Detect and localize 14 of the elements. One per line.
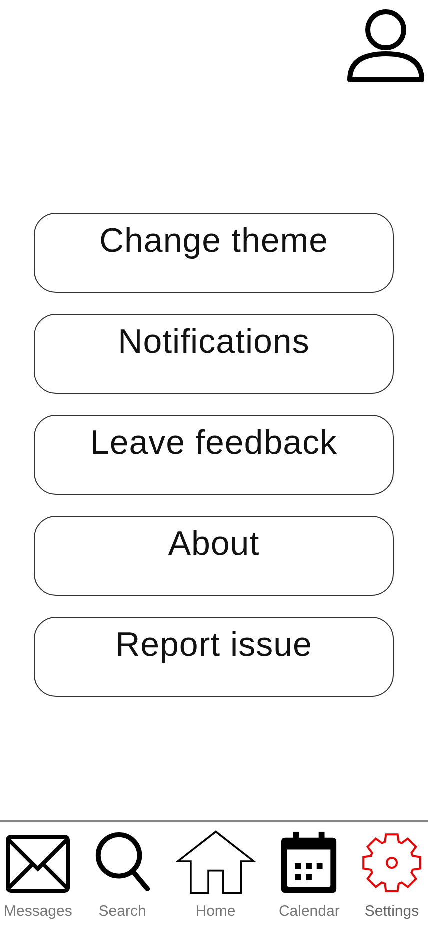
profile-icon[interactable] bbox=[346, 8, 426, 84]
nav-tab[interactable]: Settings bbox=[360, 830, 424, 920]
nav-tab[interactable]: Search bbox=[92, 830, 153, 920]
nav-tab[interactable]: Messages bbox=[4, 830, 72, 920]
nav-tab[interactable]: Calendar bbox=[278, 830, 340, 920]
menu-button[interactable]: Report issue bbox=[34, 617, 394, 697]
menu-button[interactable]: Notifications bbox=[34, 314, 394, 394]
menu-button[interactable]: Change theme bbox=[34, 213, 394, 293]
calendar-icon bbox=[279, 830, 340, 895]
menu-button[interactable]: About bbox=[34, 516, 394, 596]
gear-icon bbox=[360, 831, 424, 895]
nav-tab[interactable]: Home bbox=[172, 830, 259, 920]
menu-button[interactable]: Leave feedback bbox=[34, 415, 394, 495]
home-icon bbox=[172, 830, 259, 895]
